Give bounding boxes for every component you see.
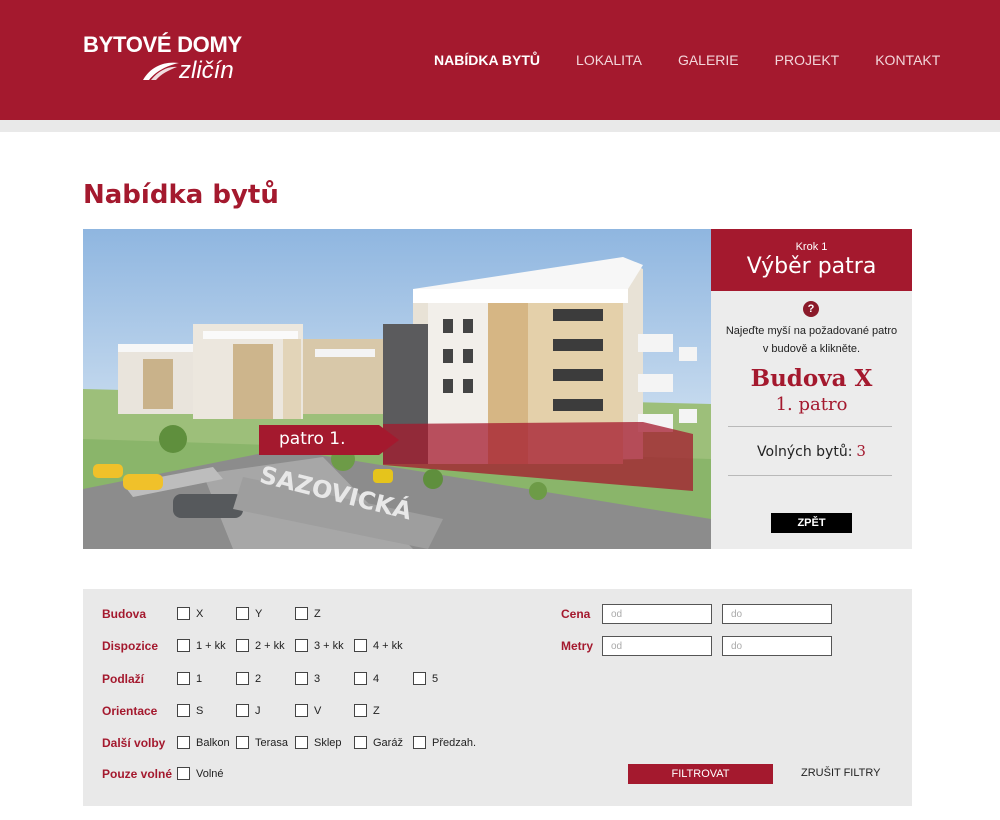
checkbox-podlazi-2[interactable]: 2 (236, 672, 261, 685)
leaf-swoosh-icon (143, 62, 179, 80)
floor-tag-label: patro 1. (279, 429, 346, 449)
filter-label-orientace: Orientace (102, 704, 158, 718)
clear-filters-link[interactable]: ZRUŠIT FILTRY (801, 767, 880, 779)
nav-item-nabidka-bytu[interactable]: NABÍDKA BYTŮ (434, 52, 540, 68)
floor-selection-panel: Krok 1 Výběr patra ? Najeďte myší na pož… (711, 229, 912, 549)
nav-item-lokalita[interactable]: LOKALITA (576, 52, 642, 68)
checkbox-budova-y[interactable]: Y (236, 607, 262, 620)
checkbox-orientace-j[interactable]: J (236, 704, 261, 717)
free-flats: Volných bytů: 3 (711, 442, 912, 460)
filter-label-metry: Metry (561, 639, 594, 653)
filter-label-cena: Cena (561, 607, 591, 621)
apartment-filter: Budova X Y Z Dispozice 1 + kk 2 + kk 3 +… (83, 589, 912, 806)
checkbox-budova-z[interactable]: Z (295, 607, 321, 620)
panel-hint: Najeďte myší na požadované patro v budov… (725, 325, 898, 355)
logo-subtitle-group: zličín (141, 59, 234, 83)
building-floor-picker[interactable]: SAZOVICKÁ patro 1. (83, 229, 711, 549)
selected-floor: 1. patro (775, 394, 848, 415)
site-logo[interactable]: BYTOVÉ DOMY zličín (83, 32, 242, 83)
checkbox-predzahradka[interactable]: Předzah. (413, 736, 476, 749)
main-nav: NABÍDKA BYTŮ LOKALITA GALERIE PROJEKT KO… (434, 52, 940, 68)
logo-title: BYTOVÉ DOMY (83, 32, 242, 57)
checkbox-orientace-s[interactable]: S (177, 704, 203, 717)
free-flats-label: Volných bytů: (757, 444, 853, 460)
filter-label-budova: Budova (102, 607, 147, 621)
area-to-input[interactable] (722, 636, 832, 656)
panel-header: Krok 1 Výběr patra (711, 229, 912, 291)
building-render: SAZOVICKÁ (83, 229, 711, 549)
nav-item-galerie[interactable]: GALERIE (678, 52, 739, 68)
checkbox-balkon[interactable]: Balkon (177, 736, 230, 749)
header-divider (0, 120, 1000, 132)
checkbox-orientace-z[interactable]: Z (354, 704, 380, 717)
panel-title: Výběr patra (746, 254, 877, 279)
price-from-input[interactable] (602, 604, 712, 624)
panel-step: Krok 1 (795, 241, 828, 253)
free-flats-count: 3 (856, 442, 866, 460)
checkbox-dispozice-3kk[interactable]: 3 + kk (295, 639, 344, 652)
filter-submit-button[interactable]: FILTROVAT (628, 764, 773, 784)
filter-label-dispozice: Dispozice (102, 639, 159, 653)
checkbox-sklep[interactable]: Sklep (295, 736, 342, 749)
checkbox-orientace-v[interactable]: V (295, 704, 321, 717)
logo-word: zličín (179, 57, 234, 84)
checkbox-podlazi-1[interactable]: 1 (177, 672, 202, 685)
checkbox-dispozice-2kk[interactable]: 2 + kk (236, 639, 285, 652)
checkbox-podlazi-5[interactable]: 5 (413, 672, 438, 685)
nav-item-projekt[interactable]: PROJEKT (775, 52, 840, 68)
nav-item-kontakt[interactable]: KONTAKT (875, 52, 940, 68)
checkbox-podlazi-4[interactable]: 4 (354, 672, 379, 685)
panel-divider (728, 475, 892, 476)
checkbox-dispozice-1kk[interactable]: 1 + kk (177, 639, 226, 652)
site-header: BYTOVÉ DOMY zličín NABÍDKA BYTŮ LOKALITA… (0, 0, 1000, 120)
panel-divider (728, 426, 892, 427)
checkbox-dispozice-4kk[interactable]: 4 + kk (354, 639, 403, 652)
checkbox-terasa[interactable]: Terasa (236, 736, 288, 749)
filter-label-pouze-volne: Pouze volné (102, 767, 173, 781)
selected-building: Budova X (750, 365, 873, 392)
filter-label-podlazi: Podlaží (102, 672, 145, 686)
checkbox-garaz[interactable]: Garáž (354, 736, 403, 749)
checkbox-budova-x[interactable]: X (177, 607, 203, 620)
checkbox-podlazi-3[interactable]: 3 (295, 672, 320, 685)
checkbox-volne[interactable]: Volné (177, 767, 224, 780)
filter-label-dalsi-volby: Další volby (102, 736, 166, 750)
price-to-input[interactable] (722, 604, 832, 624)
help-icon[interactable]: ? (803, 301, 819, 317)
page-title: Nabídka bytů (83, 180, 279, 210)
floor-tag[interactable]: patro 1. (259, 425, 399, 455)
back-button[interactable]: ZPĚT (771, 513, 852, 533)
area-from-input[interactable] (602, 636, 712, 656)
